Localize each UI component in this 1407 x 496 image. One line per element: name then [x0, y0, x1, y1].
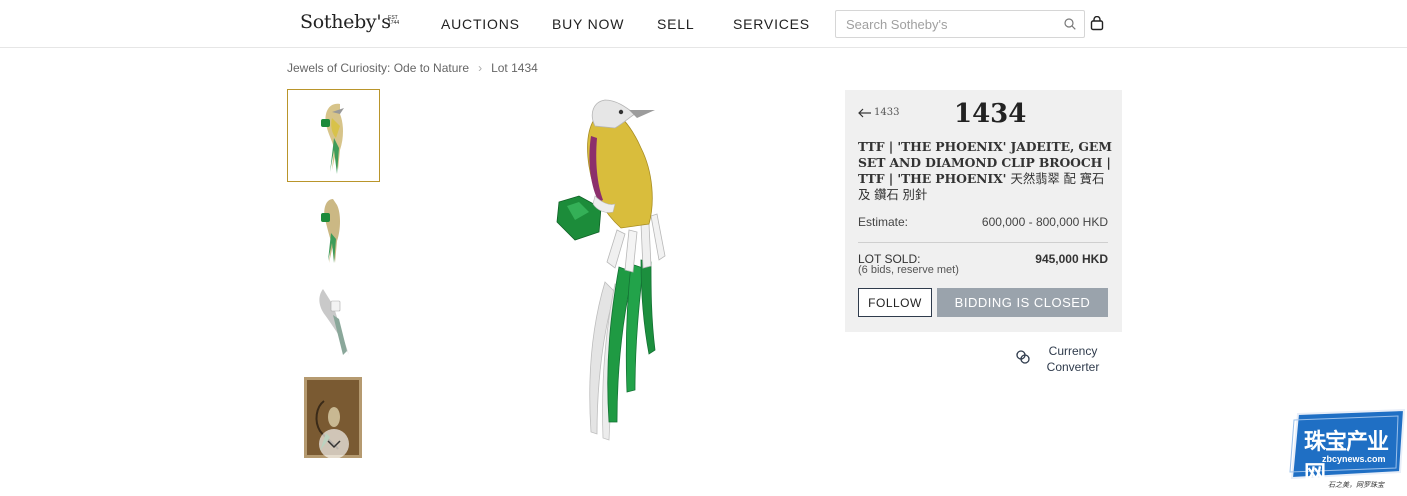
lot-info-panel: 1433 1434 TTF | 'THE PHOENIX' JADEITE, G…: [845, 90, 1122, 332]
breadcrumb: Jewels of Curiosity: Ode to Nature › Lot 1…: [287, 61, 538, 75]
brooch-back-thumbnail-image: [319, 289, 349, 355]
watermark-slogan: 石之美，网罗珠宝: [1328, 482, 1384, 489]
search-box: [835, 10, 1085, 38]
breadcrumb-current-lot: Lot 1434: [491, 61, 538, 75]
nav-services[interactable]: SERVICES: [733, 16, 810, 32]
zbcynews-watermark-logo: 珠宝产业网 zbcynews.com 石之美，网罗珠宝: [1288, 408, 1406, 496]
watermark-url: zbcynews.com: [1322, 454, 1386, 464]
search-icon[interactable]: [1064, 18, 1076, 30]
sothebys-logo[interactable]: Sotheby's: [300, 11, 391, 33]
previous-lot-number: 1433: [874, 107, 900, 118]
brooch-angle-thumbnail-image: [321, 199, 340, 263]
shopping-bag-icon[interactable]: [1090, 16, 1104, 31]
estimate-value: 600,000 - 800,000 HKD: [981, 215, 1108, 229]
nav-sell[interactable]: SELL: [657, 16, 694, 32]
chevron-down-icon: [327, 440, 341, 449]
arrow-left-icon: [858, 108, 871, 117]
previous-lot-link[interactable]: 1433: [858, 107, 899, 118]
lot-title: TTF | 'THE PHOENIX' JADEITE, GEM SET AND…: [858, 139, 1113, 203]
follow-button[interactable]: FOLLOW: [858, 288, 932, 317]
site-header: Sotheby's EST 1744 AUCTIONS BUY NOW SELL …: [0, 0, 1407, 48]
bidding-closed-button[interactable]: BIDDING IS CLOSED: [937, 288, 1108, 317]
currency-exchange-icon: [1016, 350, 1030, 364]
thumbnails-scroll-down-button[interactable]: [319, 429, 349, 459]
currency-converter-link[interactable]: Currency Converter: [1015, 343, 1105, 375]
currency-converter-line1: Currency: [1048, 344, 1098, 358]
lot-number: 1434: [954, 99, 1027, 129]
panel-divider: [858, 242, 1108, 243]
search-input[interactable]: [836, 11, 1046, 37]
lot-sold-price: 945,000 HKD: [1035, 252, 1108, 266]
thumbnail-2[interactable]: [287, 183, 380, 276]
breadcrumb-sale-link[interactable]: Jewels of Curiosity: Ode to Nature: [287, 61, 469, 75]
estimate-label: Estimate:: [858, 215, 909, 229]
nav-auctions[interactable]: AUCTIONS: [441, 16, 520, 32]
thumbnail-3[interactable]: [287, 275, 380, 368]
currency-converter-line2: Converter: [1046, 360, 1100, 374]
thumbnail-1[interactable]: [287, 89, 380, 182]
lot-sold-detail: (6 bids, reserve met): [858, 264, 959, 276]
nav-buy-now[interactable]: BUY NOW: [552, 16, 624, 32]
logo-est-mark: EST 1744: [388, 15, 400, 26]
chevron-right-icon: ›: [478, 61, 483, 75]
brooch-front-thumbnail-image: [321, 103, 344, 174]
main-lot-image[interactable]: [545, 92, 685, 444]
currency-converter-label: Currency Converter: [1043, 343, 1103, 375]
